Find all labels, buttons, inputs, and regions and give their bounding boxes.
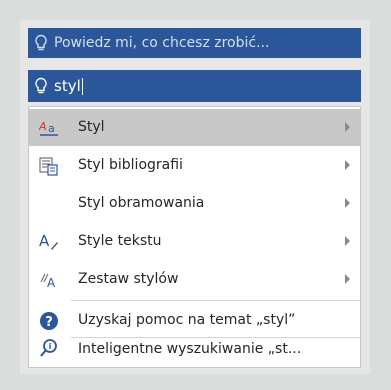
menu-item-styl-bibliografii[interactable]: Styl bibliografii [29, 147, 360, 184]
menu-item-label: Styl bibliografii [78, 157, 183, 173]
menu-item-zestaw-stylow[interactable]: A Zestaw stylów [29, 261, 360, 298]
svg-text:i: i [49, 342, 52, 351]
tell-me-placeholder: Powiedz mi, co chcesz zrobić... [54, 35, 270, 51]
submenu-arrow-icon [345, 160, 350, 170]
submenu-arrow-icon [345, 236, 350, 246]
menu-item-label: Zestaw stylów [78, 271, 179, 287]
smart-lookup-label: Inteligentne wyszukiwanie „st... [78, 341, 302, 357]
svg-text:A: A [47, 276, 56, 290]
submenu-arrow-icon [345, 122, 350, 132]
bibliography-icon [39, 156, 59, 176]
svg-text:?: ? [45, 315, 53, 330]
styles-icon: A a [39, 118, 59, 138]
search-results-menu: A a Styl Styl bibliografii Styl obramowa… [28, 106, 361, 368]
style-set-icon: A [39, 270, 59, 290]
smart-lookup-icon: i [39, 338, 59, 358]
tell-me-box[interactable]: Powiedz mi, co chcesz zrobić... [28, 28, 361, 58]
lightbulb-icon [34, 34, 48, 52]
submenu-arrow-icon [345, 274, 350, 284]
menu-item-label: Style tekstu [78, 233, 162, 249]
menu-item-style-tekstu[interactable]: A Style tekstu [29, 223, 360, 260]
submenu-arrow-icon [345, 198, 350, 208]
help-icon: ? [39, 311, 59, 331]
lightbulb-icon [34, 77, 48, 95]
menu-item-styl[interactable]: A a Styl [29, 109, 360, 146]
help-label: Uzyskaj pomoc na temat „styl” [78, 312, 296, 328]
search-input[interactable]: styl [28, 70, 361, 102]
search-value: styl [54, 77, 81, 95]
svg-text:A: A [39, 120, 47, 133]
menu-item-styl-obramowania[interactable]: Styl obramowania [29, 185, 360, 222]
svg-text:A: A [39, 232, 50, 250]
menu-item-label: Styl obramowania [78, 195, 205, 211]
svg-text:a: a [48, 122, 55, 135]
text-caret [81, 77, 83, 95]
menu-separator [71, 300, 360, 301]
smart-lookup-item[interactable]: i Inteligentne wyszukiwanie „st... [29, 329, 360, 366]
menu-item-label: Styl [78, 119, 105, 135]
text-effects-icon: A [39, 232, 59, 252]
